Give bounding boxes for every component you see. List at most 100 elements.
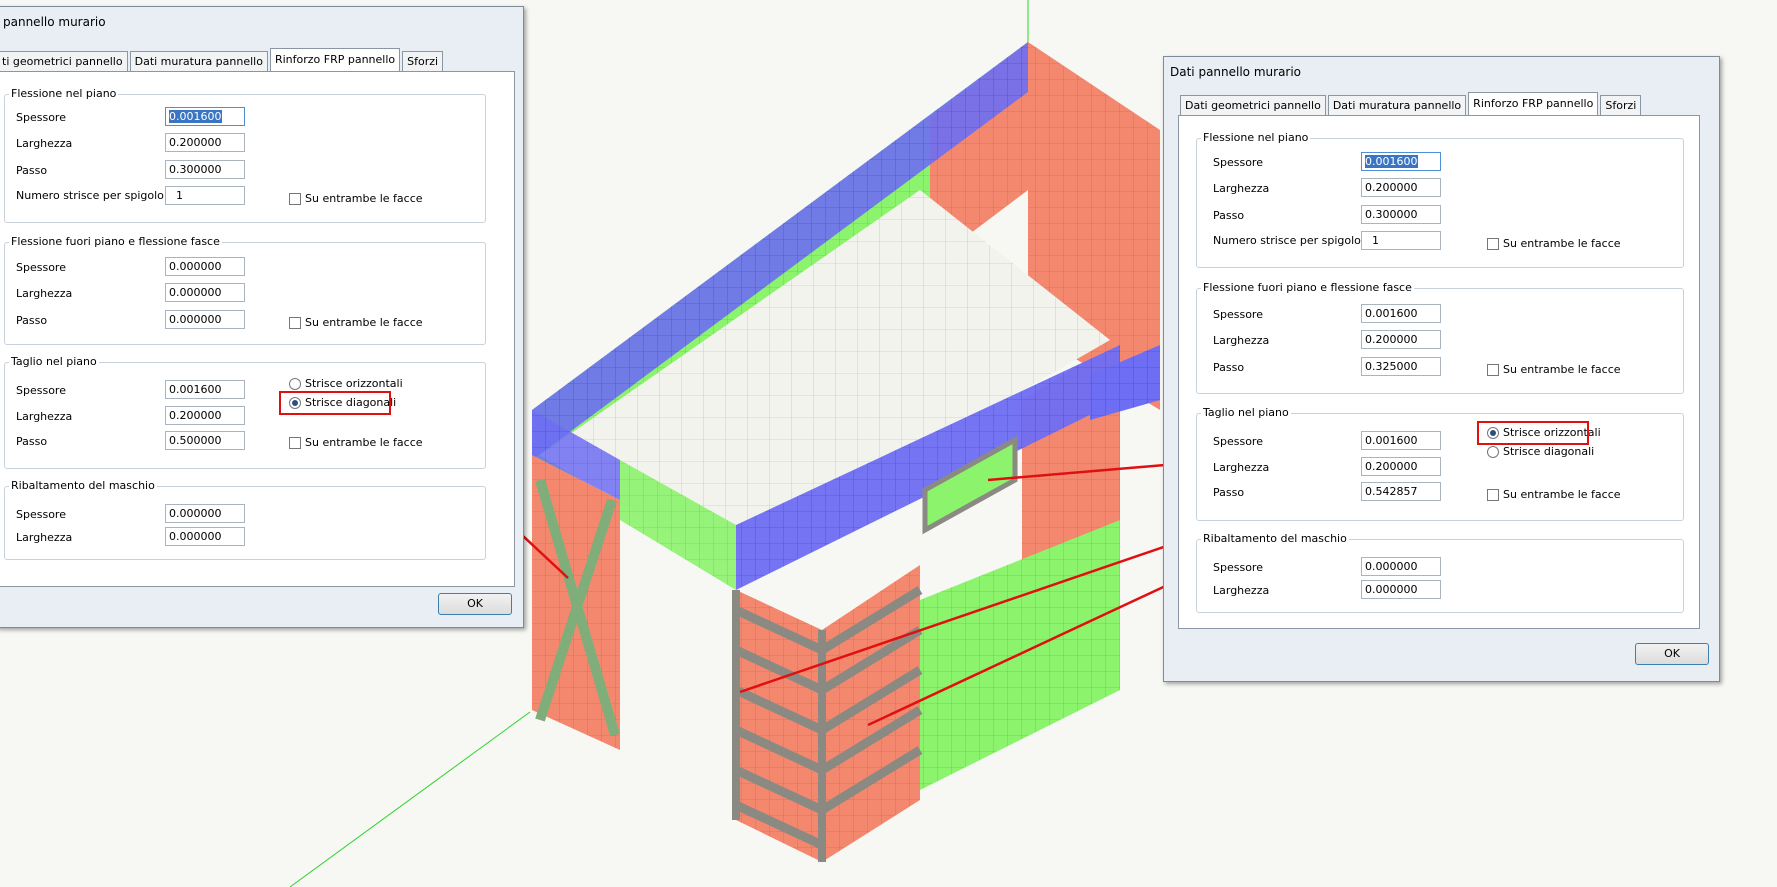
tab-dati-geometrici[interactable]: Dati geometrici pannello [1180, 95, 1326, 115]
spessore-label: Spessore [1213, 156, 1263, 169]
tab-sforzi[interactable]: Sforzi [1600, 95, 1642, 115]
spessore-label: Spessore [16, 384, 66, 397]
spessore-input[interactable]: 0.001600 [1361, 152, 1441, 171]
larghezza-input[interactable]: 0.000000 [165, 283, 245, 302]
group-title: Flessione fuori piano e flessione fasce [9, 235, 222, 248]
larghezza-input[interactable]: 0.000000 [1361, 580, 1441, 599]
axis-line [289, 711, 531, 887]
group-title: Ribaltamento del maschio [1201, 532, 1349, 545]
spessore-value: 0.001600 [1365, 155, 1418, 168]
dialog-title: pannello murario [3, 15, 106, 29]
checkbox-box[interactable] [289, 192, 301, 205]
entrambe-facce-checkbox[interactable]: Su entrambe le facce [1487, 363, 1621, 376]
ok-button[interactable]: OK [1635, 643, 1709, 665]
larghezza-label: Larghezza [1213, 334, 1270, 347]
group-title: Taglio nel piano [1201, 406, 1291, 419]
entrambe-facce-checkbox[interactable]: Su entrambe le facce [1487, 488, 1621, 501]
entrambe-facce-checkbox[interactable]: Su entrambe le facce [289, 316, 423, 329]
checkbox-label: Su entrambe le facce [1503, 488, 1621, 501]
numero-strisce-input[interactable]: 1 [1361, 231, 1441, 250]
group-title: Ribaltamento del maschio [9, 479, 157, 492]
dialog-title: Dati pannello murario [1170, 65, 1302, 79]
checkbox-label: Su entrambe le facce [305, 192, 423, 205]
group-title: Flessione nel piano [1201, 131, 1311, 144]
spessore-input[interactable]: 0.000000 [165, 504, 245, 523]
larghezza-label: Larghezza [1213, 182, 1270, 195]
radio-button[interactable] [289, 377, 301, 390]
checkbox-box[interactable] [1487, 488, 1499, 501]
larghezza-input[interactable]: 0.200000 [1361, 178, 1441, 197]
radio-label: Strisce orizzontali [305, 377, 403, 390]
central-pier-side [822, 565, 920, 862]
passo-label: Passo [1213, 209, 1245, 222]
tab-dati-muratura[interactable]: Dati muratura pannello [129, 51, 268, 71]
tab-bar: ti geometrici pannello Dati muratura pan… [0, 48, 445, 73]
checkbox-box[interactable] [1487, 237, 1499, 250]
checkbox-label: Su entrambe le facce [305, 436, 423, 449]
spessore-label: Spessore [16, 261, 66, 274]
larghezza-label: Larghezza [1213, 461, 1270, 474]
larghezza-input[interactable]: 0.200000 [165, 133, 245, 152]
left-dialog-window: pannello murario ti geometrici pannello … [0, 6, 524, 628]
numero-strisce-label: Numero strisce per spigolo [1213, 234, 1361, 247]
spessore-input[interactable]: 0.001600 [165, 107, 245, 126]
radio-strisce-diagonali[interactable]: Strisce diagonali [1487, 445, 1594, 458]
larghezza-input[interactable]: 0.000000 [165, 527, 245, 546]
passo-input[interactable]: 0.325000 [1361, 357, 1441, 376]
tab-page: Flessione nel piano Spessore 0.001600 La… [0, 71, 515, 587]
passo-label: Passo [16, 314, 48, 327]
passo-input[interactable]: 0.542857 [1361, 482, 1441, 501]
tab-sforzi[interactable]: Sforzi [402, 51, 444, 71]
numero-strisce-input[interactable]: 1 [165, 186, 245, 205]
passo-label: Passo [16, 164, 48, 177]
larghezza-label: Larghezza [16, 137, 73, 150]
spessore-value: 0.001600 [169, 110, 222, 123]
larghezza-input[interactable]: 0.200000 [165, 406, 245, 425]
checkbox-box[interactable] [289, 436, 301, 449]
entrambe-facce-checkbox[interactable]: Su entrambe le facce [1487, 237, 1621, 250]
tab-dati-geometrici[interactable]: ti geometrici pannello [0, 51, 128, 71]
passo-label: Passo [1213, 361, 1245, 374]
tab-rinforzo-frp[interactable]: Rinforzo FRP pannello [269, 48, 401, 73]
group-title: Taglio nel piano [9, 355, 99, 368]
entrambe-facce-checkbox[interactable]: Su entrambe le facce [289, 192, 423, 205]
larghezza-label: Larghezza [16, 287, 73, 300]
spessore-input[interactable]: 0.001600 [165, 380, 245, 399]
group-flessione-piano: Flessione nel piano Spessore 0.001600 La… [1196, 131, 1684, 268]
group-flessione-fuori-piano: Flessione fuori piano e flessione fasce … [1196, 281, 1684, 394]
radio-label: Strisce diagonali [1503, 445, 1595, 458]
radio-strisce-orizzontali[interactable]: Strisce orizzontali [289, 377, 403, 390]
passo-input[interactable]: 0.500000 [165, 431, 245, 450]
radio-button[interactable] [1487, 445, 1499, 458]
highlight-box [1477, 421, 1589, 445]
group-flessione-fuori-piano: Flessione fuori piano e flessione fasce … [4, 235, 486, 345]
checkbox-label: Su entrambe le facce [1503, 363, 1621, 376]
passo-label: Passo [1213, 486, 1245, 499]
group-taglio-piano: Taglio nel piano Spessore 0.001600 Largh… [4, 355, 486, 469]
passo-input[interactable]: 0.000000 [165, 310, 245, 329]
larghezza-label: Larghezza [1213, 584, 1270, 597]
spessore-label: Spessore [16, 111, 66, 124]
spessore-input[interactable]: 0.001600 [1361, 431, 1441, 450]
group-title: Flessione fuori piano e flessione fasce [1201, 281, 1414, 294]
tab-page: Flessione nel piano Spessore 0.001600 La… [1178, 115, 1700, 629]
spessore-label: Spessore [1213, 308, 1263, 321]
larghezza-input[interactable]: 0.200000 [1361, 457, 1441, 476]
spessore-input[interactable]: 0.000000 [165, 257, 245, 276]
passo-input[interactable]: 0.300000 [1361, 205, 1441, 224]
checkbox-box[interactable] [1487, 363, 1499, 376]
checkbox-box[interactable] [289, 316, 301, 329]
spessore-label: Spessore [1213, 435, 1263, 448]
passo-input[interactable]: 0.300000 [165, 160, 245, 179]
group-flessione-piano: Flessione nel piano Spessore 0.001600 La… [4, 87, 486, 223]
ok-button[interactable]: OK [438, 593, 512, 615]
larghezza-label: Larghezza [16, 410, 73, 423]
tab-dati-muratura[interactable]: Dati muratura pannello [1327, 95, 1467, 115]
larghezza-input[interactable]: 0.200000 [1361, 330, 1441, 349]
tab-rinforzo-frp[interactable]: Rinforzo FRP pannello [1468, 92, 1599, 117]
spessore-input[interactable]: 0.000000 [1361, 557, 1441, 576]
tab-bar: Dati geometrici pannello Dati muratura p… [1180, 92, 1643, 117]
entrambe-facce-checkbox[interactable]: Su entrambe le facce [289, 436, 423, 449]
passo-label: Passo [16, 435, 48, 448]
spessore-input[interactable]: 0.001600 [1361, 304, 1441, 323]
